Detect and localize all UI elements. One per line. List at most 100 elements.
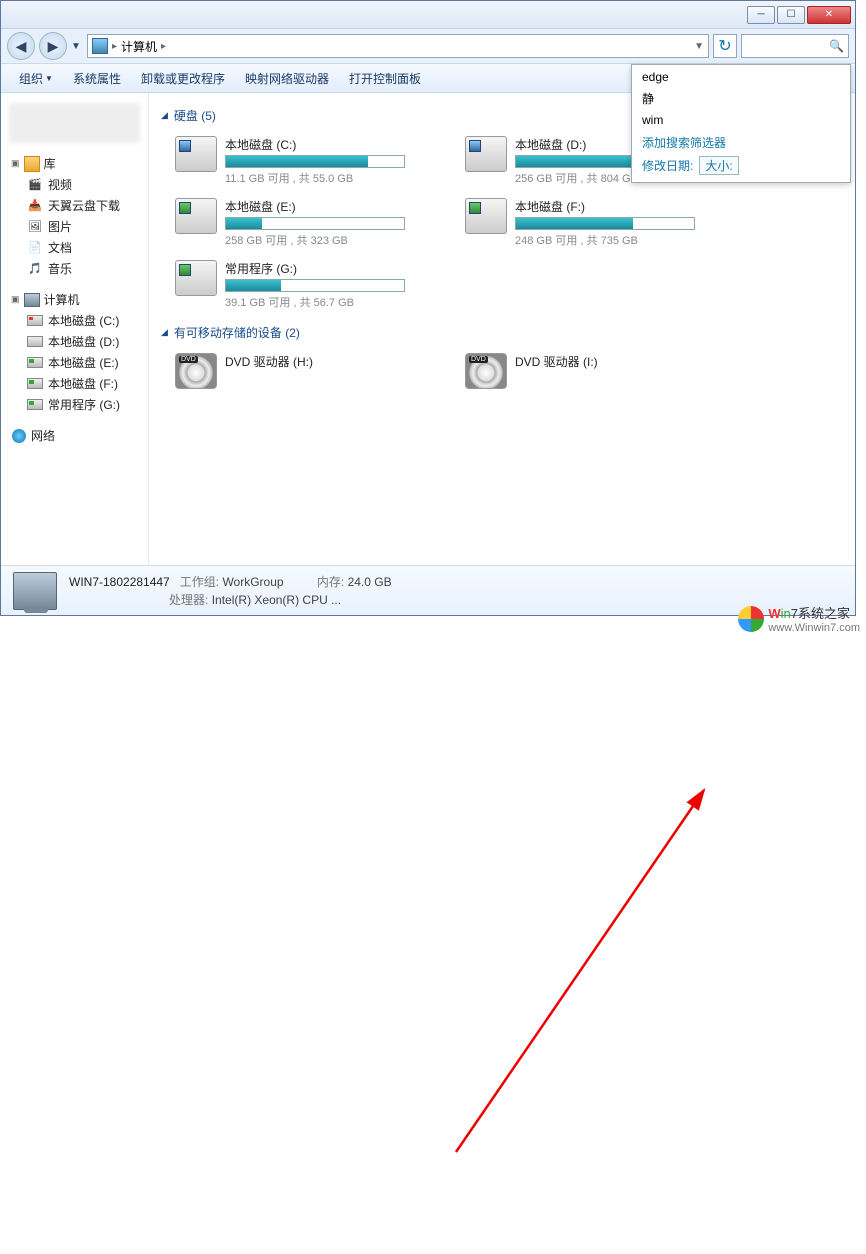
drive-icon <box>27 315 43 326</box>
search-suggestions-popup: edge静wim 添加搜索筛选器 修改日期: 大小: <box>631 64 851 183</box>
search-filters-header: 添加搜索筛选器 <box>632 130 850 153</box>
watermark-logo-icon <box>738 606 764 632</box>
collapse-icon: ▣ <box>11 158 20 169</box>
tree-label: 网络 <box>31 427 55 444</box>
search-input[interactable] <box>746 39 826 53</box>
drive-large-icon <box>465 136 507 172</box>
drive-item[interactable]: 本地磁盘 (E:) 258 GB 可用 , 共 323 GB <box>171 194 441 252</box>
collapse-icon: ◢ <box>161 110 168 121</box>
optical-drive-item[interactable]: DVD 驱动器 (H:) <box>171 349 441 393</box>
details-pane: WIN7-1802281447 工作组: WorkGroup 内存: 24.0 … <box>1 565 855 615</box>
map-network-drive-button[interactable]: 映射网络驱动器 <box>237 68 337 89</box>
tree-item-drive[interactable]: 本地磁盘 (F:) <box>1 373 148 394</box>
library-item-icon: 🖼 <box>27 219 43 235</box>
tree-item-label: 本地磁盘 (D:) <box>48 333 119 350</box>
computer-name: WIN7-1802281447 <box>69 575 170 589</box>
drive-item[interactable]: 常用程序 (G:) 39.1 GB 可用 , 共 56.7 GB <box>171 256 441 314</box>
tree-item-library[interactable]: 🎵 音乐 <box>1 258 148 279</box>
cpu-value: Intel(R) Xeon(R) CPU ... <box>212 593 341 607</box>
drive-capacity-bar <box>225 155 405 168</box>
drive-label: DVD 驱动器 (H:) <box>225 353 437 370</box>
tree-item-label: 常用程序 (G:) <box>48 396 120 413</box>
tree-network[interactable]: 网络 <box>1 425 148 446</box>
tree-label: 计算机 <box>44 291 80 308</box>
drive-item[interactable]: 本地磁盘 (C:)11.1 GB 可用 , 共 55.0 GB <box>171 132 441 190</box>
breadcrumb-sep-icon: ▸ <box>161 41 166 52</box>
drive-label: 本地磁盘 (F:) <box>515 198 727 215</box>
dvd-icon <box>175 353 217 389</box>
tree-item-drive[interactable]: 常用程序 (G:) <box>1 394 148 415</box>
drive-free-space: 248 GB 可用 , 共 735 GB <box>515 232 727 248</box>
cpu-label: 处理器: <box>169 593 208 607</box>
group-header-removable[interactable]: ◢ 有可移动存储的设备 (2) <box>161 324 843 341</box>
collapse-icon: ◢ <box>161 327 168 338</box>
nav-bar: ◀ ▶ ▼ ▸ 计算机 ▸ ▼ ↻ 🔍 <box>1 29 855 63</box>
tree-item-library[interactable]: 📄文档 <box>1 237 148 258</box>
system-properties-button[interactable]: 系统属性 <box>65 68 129 89</box>
close-button[interactable]: ✕ <box>807 6 851 24</box>
tree-item-label: 音乐 <box>48 260 72 277</box>
open-control-panel-button[interactable]: 打开控制面板 <box>341 68 429 89</box>
filter-date-modified[interactable]: 修改日期: <box>642 157 693 174</box>
drive-item[interactable]: 本地磁盘 (F:) 248 GB 可用 , 共 735 GB <box>461 194 731 252</box>
search-box[interactable]: 🔍 <box>741 34 849 58</box>
search-history-item[interactable]: edge <box>632 67 850 87</box>
drive-label: DVD 驱动器 (I:) <box>515 353 727 370</box>
drive-capacity-bar <box>225 279 405 292</box>
tree-item-label: 天翼云盘下载 <box>48 197 120 214</box>
filter-size[interactable]: 大小: <box>699 156 738 175</box>
tree-item-label: 图片 <box>48 218 72 235</box>
tree-item-label: 本地磁盘 (C:) <box>48 312 119 329</box>
drive-large-icon <box>175 260 217 296</box>
back-button[interactable]: ◀ <box>7 32 35 60</box>
library-item-icon: 🎬 <box>27 177 43 193</box>
group-title: 硬盘 (5) <box>174 107 216 124</box>
computer-icon <box>92 38 108 54</box>
drive-label: 常用程序 (G:) <box>225 260 437 277</box>
computer-icon <box>24 293 40 307</box>
tree-computer[interactable]: ▣ 计算机 <box>1 289 148 310</box>
address-bar[interactable]: ▸ 计算机 ▸ ▼ <box>87 34 709 58</box>
search-history-item[interactable]: 静 <box>632 87 850 110</box>
tree-item-drive[interactable]: 本地磁盘 (E:) <box>1 352 148 373</box>
optical-drive-item[interactable]: DVD 驱动器 (I:) <box>461 349 731 393</box>
tree-libraries[interactable]: ▣ 库 <box>1 153 148 174</box>
drive-free-space: 258 GB 可用 , 共 323 GB <box>225 232 437 248</box>
address-dropdown-icon[interactable]: ▼ <box>694 41 704 52</box>
drive-label: 本地磁盘 (C:) <box>225 136 437 153</box>
libraries-icon <box>24 156 40 172</box>
memory-value: 24.0 GB <box>348 575 392 589</box>
uninstall-programs-button[interactable]: 卸载或更改程序 <box>133 68 233 89</box>
annotation-arrow <box>0 616 866 1254</box>
explorer-window: ─ ☐ ✕ ◀ ▶ ▼ ▸ 计算机 ▸ ▼ ↻ 🔍 组织▼ 系统属性 卸载或更改… <box>0 0 856 616</box>
tree-item-library[interactable]: 📥 天翼云盘下载 <box>1 195 148 216</box>
network-icon <box>12 429 26 443</box>
search-history-item[interactable]: wim <box>632 110 850 130</box>
drive-icon <box>27 378 43 389</box>
drive-capacity-bar <box>515 217 695 230</box>
search-icon: 🔍 <box>829 39 844 53</box>
breadcrumb-computer[interactable]: 计算机 <box>121 38 157 55</box>
drive-free-space: 39.1 GB 可用 , 共 56.7 GB <box>225 294 437 310</box>
tree-item-library[interactable]: 🎬视频 <box>1 174 148 195</box>
dvd-icon <box>465 353 507 389</box>
organize-menu[interactable]: 组织▼ <box>11 68 61 89</box>
drive-icon <box>27 336 43 347</box>
drive-label: 本地磁盘 (E:) <box>225 198 437 215</box>
favorites-placeholder <box>9 103 140 143</box>
drive-large-icon <box>175 136 217 172</box>
history-dropdown[interactable]: ▼ <box>71 41 83 52</box>
refresh-button[interactable]: ↻ <box>713 34 737 58</box>
library-item-icon: 📄 <box>27 240 43 256</box>
tree-item-drive[interactable]: 本地磁盘 (C:) <box>1 310 148 331</box>
tree-item-drive[interactable]: 本地磁盘 (D:) <box>1 331 148 352</box>
library-item-icon: 📥 <box>27 198 43 214</box>
forward-button[interactable]: ▶ <box>39 32 67 60</box>
tree-item-library[interactable]: 🖼 图片 <box>1 216 148 237</box>
minimize-button[interactable]: ─ <box>747 6 775 24</box>
collapse-icon: ▣ <box>11 294 20 305</box>
group-title: 有可移动存储的设备 (2) <box>174 324 300 341</box>
drive-large-icon <box>175 198 217 234</box>
maximize-button[interactable]: ☐ <box>777 6 805 24</box>
library-item-icon: 🎵 <box>27 261 43 277</box>
